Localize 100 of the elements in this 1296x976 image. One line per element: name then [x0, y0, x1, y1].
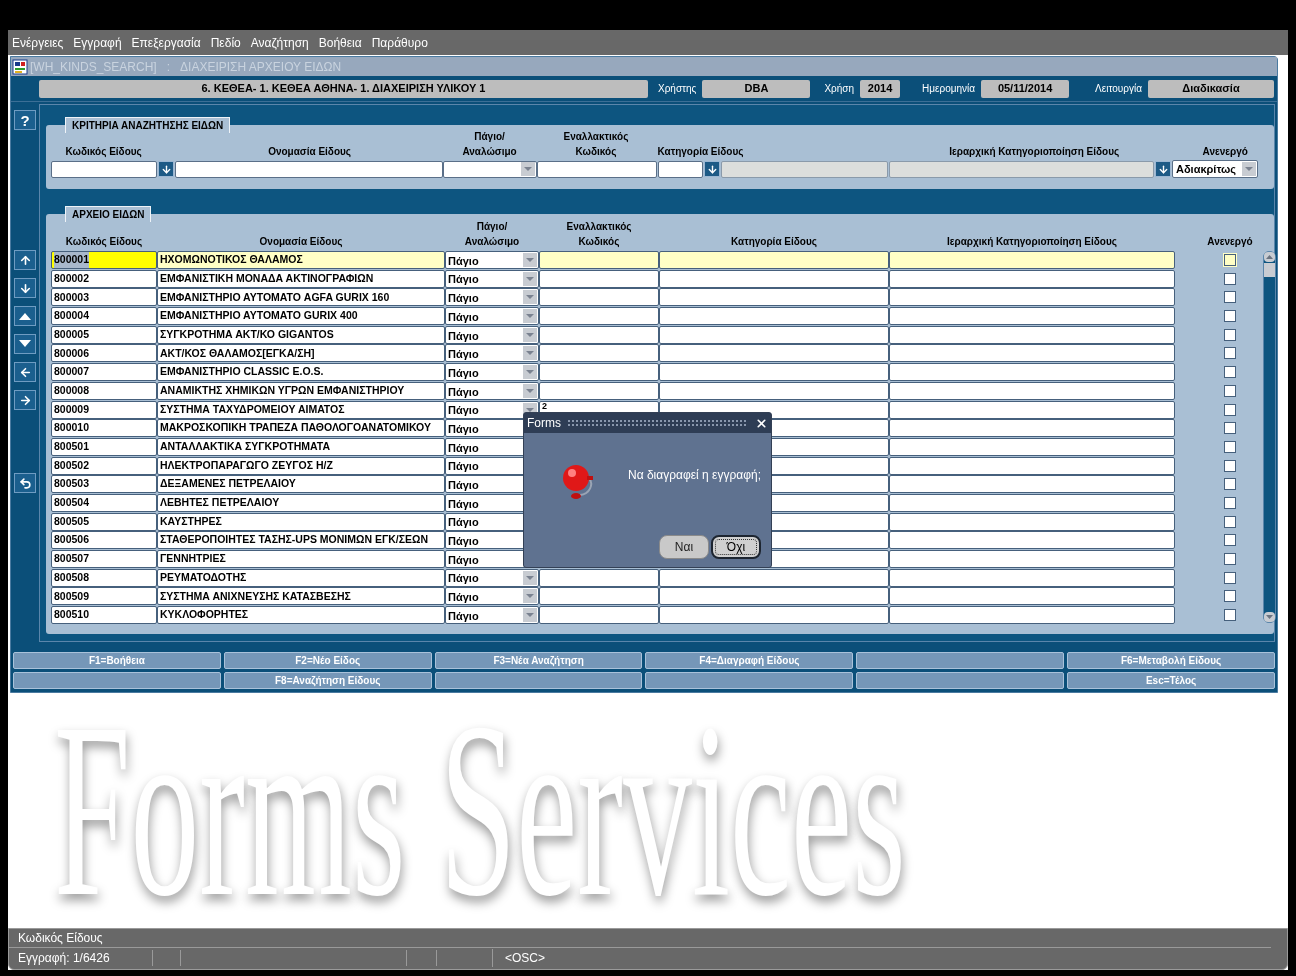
- name-cell[interactable]: ΕΜΦΑΝΙΣΤΗΡΙΟ CLASSIC E.O.S.: [157, 363, 445, 382]
- first-record-button[interactable]: [14, 250, 36, 270]
- menu-item[interactable]: Πεδίο: [210, 33, 241, 52]
- name-cell[interactable]: ΑΝΤΑΛΛΑΚΤΙΚΑ ΣΥΓΚΡΟΤΗΜΑΤΑ: [157, 437, 445, 456]
- name-cell[interactable]: ΣΥΣΤΗΜΑ ΑΝΙΧΝΕΥΣΗΣ ΚΑΤΑΣΒΕΣΗΣ: [157, 587, 445, 606]
- menu-item[interactable]: Επεξεργασία: [131, 33, 201, 52]
- list-of-values-button[interactable]: [158, 161, 174, 177]
- category-cell[interactable]: [659, 344, 889, 363]
- vertical-scrollbar[interactable]: [1263, 251, 1276, 623]
- code-cell[interactable]: 800009: [51, 400, 157, 419]
- code-cell[interactable]: 800005: [51, 325, 157, 344]
- type-select[interactable]: Πάγιο: [445, 587, 539, 606]
- alternative-code-cell[interactable]: [539, 325, 659, 344]
- previous-record-button[interactable]: [14, 306, 36, 326]
- type-select[interactable]: Πάγιο: [445, 307, 539, 326]
- category-cell[interactable]: [659, 325, 889, 344]
- name-cell[interactable]: ΗΛΕΚΤΡΟΠΑΡΑΓΩΓΟ ΖΕΥΓΟΣ Η/Ζ: [157, 456, 445, 475]
- hierarchy-cell[interactable]: [889, 606, 1175, 625]
- code-cell[interactable]: 800008: [51, 381, 157, 400]
- hierarchy-cell[interactable]: [889, 456, 1175, 475]
- name-cell[interactable]: ΕΜΦΑΝΙΣΤΗΡΙΟ ΑΥΤΟΜΑΤΟ AGFA GURIX 160: [157, 288, 445, 307]
- type-select[interactable]: Πάγιο: [445, 381, 539, 400]
- menu-item[interactable]: Αναζήτηση: [250, 33, 309, 52]
- code-cell[interactable]: 800001: [51, 251, 157, 269]
- category-cell[interactable]: [659, 381, 889, 400]
- hierarchy-cell[interactable]: [889, 437, 1175, 456]
- type-select[interactable]: Πάγιο: [445, 325, 539, 344]
- category-cell[interactable]: [659, 288, 889, 307]
- name-cell[interactable]: ΓΕΝΝΗΤΡΙΕΣ: [157, 550, 445, 568]
- list-of-values-button[interactable]: [1155, 161, 1171, 177]
- next-block-button[interactable]: [14, 390, 36, 410]
- hierarchy-cell[interactable]: [889, 587, 1175, 606]
- name-cell[interactable]: ΕΜΦΑΝΙΣΤΙΚΗ ΜΟΝΑΔΑ ΑΚΤΙΝΟΓΡΑΦΙΩΝ: [157, 269, 445, 288]
- menu-item[interactable]: Εγγραφή: [73, 33, 122, 52]
- category-cell[interactable]: [659, 587, 889, 606]
- name-cell[interactable]: ΣΥΓΚΡΟΤΗΜΑ ΑΚΤ/ΚΟ GIGANTOS: [157, 325, 445, 344]
- category-cell[interactable]: [659, 307, 889, 326]
- code-cell[interactable]: 800503: [51, 475, 157, 494]
- alternative-code-cell[interactable]: [539, 606, 659, 625]
- alternative-code-cell[interactable]: [539, 269, 659, 288]
- alternative-code-cell[interactable]: [539, 307, 659, 326]
- alternative-code-cell[interactable]: [539, 344, 659, 363]
- alternative-code-cell[interactable]: [539, 381, 659, 400]
- type-select[interactable]: Πάγιο: [445, 344, 539, 363]
- dialog-button[interactable]: Ναι: [659, 535, 709, 559]
- category-cell[interactable]: [659, 606, 889, 625]
- close-button[interactable]: [754, 416, 768, 430]
- code-cell[interactable]: 800007: [51, 363, 157, 382]
- menu-item[interactable]: Βοήθεια: [318, 33, 362, 52]
- hierarchy-cell[interactable]: [889, 307, 1175, 326]
- code-cell[interactable]: 800002: [51, 269, 157, 288]
- name-cell[interactable]: ΑΚΤ/ΚΟΣ ΘΑΛΑΜΟΣ[ΕΓΚΑ/ΣΗ]: [157, 344, 445, 363]
- hierarchy-cell[interactable]: [889, 400, 1175, 419]
- name-cell[interactable]: ΜΑΚΡΟΣΚΟΠΙΚΗ ΤΡΑΠΕΖΑ ΠΑΘΟΛΟΓΟΑΝΑΤΟΜΙΚΟΥ: [157, 419, 445, 438]
- code-cell[interactable]: 800505: [51, 512, 157, 531]
- name-cell[interactable]: ΚΥΚΛΟΦΟΡΗΤΕΣ: [157, 606, 445, 625]
- type-select[interactable]: Πάγιο: [445, 269, 539, 288]
- category-input-field[interactable]: [658, 160, 703, 178]
- type-select[interactable]: Πάγιο: [445, 568, 539, 587]
- type-select[interactable]: Πάγιο: [445, 251, 539, 269]
- list-of-values-button[interactable]: [704, 161, 720, 177]
- next-record-button[interactable]: [14, 334, 36, 354]
- hierarchy-cell[interactable]: [889, 288, 1175, 307]
- menu-item[interactable]: Ενέργειες: [12, 33, 64, 52]
- hierarchy-cell[interactable]: [889, 381, 1175, 400]
- hierarchy-cell[interactable]: [889, 269, 1175, 288]
- hierarchy-cell[interactable]: [889, 419, 1175, 438]
- name-cell[interactable]: ΛΕΒΗΤΕΣ ΠΕΤΡΕΛΑΙΟΥ: [157, 493, 445, 512]
- name-cell[interactable]: ΕΜΦΑΝΙΣΤΗΡΙΟ ΑΥΤΟΜΑΤΟ GURIX 400: [157, 307, 445, 326]
- code-cell[interactable]: 800010: [51, 419, 157, 438]
- name-cell[interactable]: ΚΑΥΣΤΗΡΕΣ: [157, 512, 445, 531]
- code-cell[interactable]: 800510: [51, 606, 157, 625]
- menu-item[interactable]: Παράθυρο: [371, 33, 428, 52]
- alternative-code-cell[interactable]: [539, 587, 659, 606]
- alternative-code-cell[interactable]: [539, 568, 659, 587]
- code-cell[interactable]: 800508: [51, 568, 157, 587]
- hierarchy-cell[interactable]: [889, 344, 1175, 363]
- category-cell[interactable]: [659, 363, 889, 382]
- help-button[interactable]: ?: [14, 110, 36, 130]
- type-select[interactable]: [443, 160, 537, 178]
- code-input-field[interactable]: [51, 160, 157, 178]
- dialog-button[interactable]: Όχι: [711, 535, 761, 559]
- code-cell[interactable]: 800509: [51, 587, 157, 606]
- scroll-down-icon[interactable]: [1264, 612, 1275, 622]
- type-select[interactable]: Πάγιο: [445, 288, 539, 307]
- name-cell[interactable]: ΗΧΟΜΩΝΟΤΙΚΟΣ ΘΑΛΑΜΟΣ: [157, 251, 445, 269]
- alternative-code-cell[interactable]: [539, 251, 659, 269]
- name-cell[interactable]: ΑΝΑΜΙΚΤΗΣ ΧΗΜΙΚΩΝ ΥΓΡΩΝ ΕΜΦΑΝΙΣΤΗΡΙΟΥ: [157, 381, 445, 400]
- code-cell[interactable]: 800507: [51, 550, 157, 568]
- hierarchy-cell[interactable]: [889, 568, 1175, 587]
- category-cell[interactable]: [659, 568, 889, 587]
- hierarchy-cell[interactable]: [889, 475, 1175, 494]
- alternative-code-cell[interactable]: [539, 363, 659, 382]
- code-cell[interactable]: 800506: [51, 531, 157, 550]
- hierarchy-cell[interactable]: [889, 251, 1175, 269]
- category-cell[interactable]: [659, 269, 889, 288]
- alternative-code-input-field[interactable]: [537, 160, 657, 178]
- code-cell[interactable]: 800006: [51, 344, 157, 363]
- code-cell[interactable]: 800504: [51, 493, 157, 512]
- last-record-button[interactable]: [14, 278, 36, 298]
